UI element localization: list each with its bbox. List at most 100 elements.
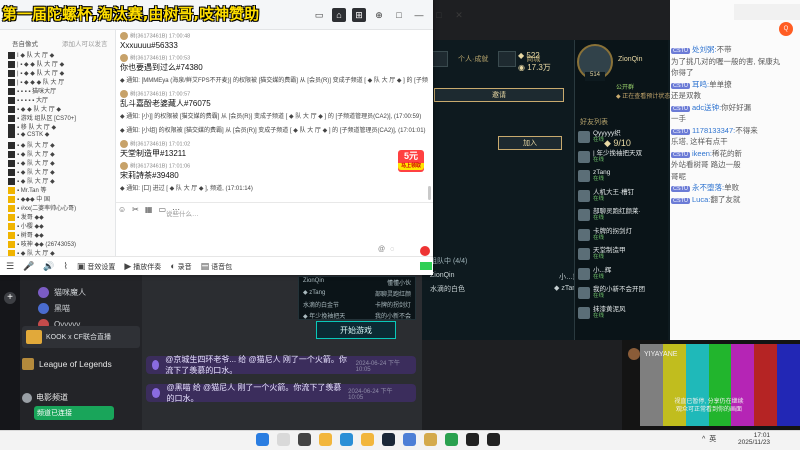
voice-channel[interactable]: 电影频道 (22, 392, 68, 403)
add-server-icon[interactable]: + (4, 292, 16, 304)
avatar[interactable] (120, 54, 128, 62)
chat-user[interactable]: 1178133347: (692, 126, 735, 135)
folder-icon[interactable] (361, 433, 374, 446)
friend-item[interactable]: Qyyyyy织 在线 (578, 128, 666, 146)
voice-tool[interactable]: ☰ (6, 261, 14, 272)
scissors-icon[interactable]: ✂ (132, 205, 139, 214)
channel-item[interactable]: ▪ Mr.Tan 等 (8, 185, 114, 194)
friend-item[interactable]: 小...辉 在线 (578, 265, 666, 283)
nav-stream[interactable]: ◆ 频道直播 (296, 261, 326, 270)
friend-item[interactable]: 卡牌的拐剑灯 在线 (578, 226, 666, 244)
at-icon[interactable]: @ (378, 246, 385, 253)
grid-icon[interactable]: ⊞ (352, 8, 366, 22)
friend-item[interactable]: 我的小新不会开团 在线 (578, 284, 666, 302)
friend-item[interactable]: 部聊灵跑红颜莱· 在线 (578, 206, 666, 224)
nav-accelerator[interactable]: ◎ 游戏加速 (385, 261, 416, 270)
lol-icon[interactable] (424, 433, 437, 446)
windows-start-icon[interactable] (256, 433, 269, 446)
voice-tool[interactable]: ▶ 播放伴奏 (124, 261, 161, 272)
summoner-status[interactable]: 公开群 ◆ 正在查看预计状态 (616, 82, 670, 100)
avatar[interactable] (120, 32, 128, 40)
chat-user[interactable]: ikeen: (692, 149, 712, 158)
home-icon[interactable]: ⌂ (332, 8, 346, 22)
channel-item[interactable]: | ▪ ◆ ◆ 队 大 厅 ◆ (8, 59, 114, 68)
invite-button[interactable]: 邀请 (434, 88, 564, 102)
chat-user[interactable]: 处刘粥: (692, 45, 717, 54)
voice-tool[interactable]: ◐ 录音 (170, 261, 191, 272)
scrollbar[interactable] (428, 186, 431, 200)
channel-item[interactable]: ▪ ◆ 队 大 厅 ◆ (8, 176, 114, 185)
member-item[interactable]: 黑喵 (20, 300, 142, 316)
minimize-button[interactable]: — (412, 8, 426, 22)
channel-item[interactable]: ▪ ◆ ◆ 队 大 厅 ◆ (8, 104, 114, 113)
chevron-up-icon[interactable]: ^ (702, 436, 705, 443)
channel-item[interactable]: ▪ ◆◆◆ 中 国 (8, 194, 114, 203)
screen-icon[interactable]: ▭ (312, 8, 326, 22)
chat-user[interactable]: 耳鸣: (692, 80, 709, 89)
maximize-button[interactable]: □ (432, 8, 446, 22)
box-icon[interactable]: □ (392, 8, 406, 22)
qq-icon[interactable] (403, 433, 416, 446)
avatar[interactable] (120, 90, 128, 98)
avatar[interactable] (120, 162, 128, 170)
image-icon[interactable]: ▦ (145, 205, 153, 214)
channel-item[interactable]: ▪ 游戏 组队区 [CS70+] (8, 113, 114, 122)
taskbar-clock[interactable]: 17:01 2025/11/23 (738, 432, 770, 446)
voice-tool[interactable]: ⌇ (64, 261, 68, 272)
friend-item[interactable]: 抹漆黄泥风 在线 (578, 304, 666, 322)
friend-item[interactable]: 人机大王·槽钉 在线 (578, 187, 666, 205)
friend-item[interactable]: | 年少挽袖把天双 在线 (578, 148, 666, 166)
channel-item[interactable]: ▪ ▪ ▪ ▪ ▪ 大厅 (8, 95, 114, 104)
channel-item[interactable]: ▪ ◆ 队 大 厅 ◆ (8, 167, 114, 176)
channel-item[interactable]: ▪ ◆ 队 大 厅 ◆ (8, 149, 114, 158)
chat-bubble-icon[interactable]: ◌ (390, 246, 394, 253)
emoji-icon[interactable]: ☺ (118, 205, 126, 214)
steam-icon[interactable] (382, 433, 395, 446)
chat-user[interactable]: 永不堕落: (692, 183, 724, 192)
voice-tool[interactable]: ▤ 语音包 (201, 261, 232, 272)
start-game-button[interactable]: 开始游戏 (316, 321, 396, 339)
game-channel[interactable]: League of Legends (22, 358, 112, 370)
obs-icon[interactable] (466, 433, 479, 446)
member-item[interactable]: 猫咪魔人 (20, 284, 142, 300)
channel-item[interactable]: I ◆ 队 大 厅 ◆ (8, 50, 114, 59)
task-view-icon[interactable] (298, 433, 311, 446)
nav-apps[interactable]: ⚙ 应用 (358, 261, 377, 270)
channel-item[interactable]: ▪ 吱神 ◆◆ (26743053) (8, 239, 114, 248)
channel-item[interactable]: ▪ ◆ 队 大 厅 ◆ (8, 140, 114, 149)
channel-item[interactable]: ▪ ▪ ▪ ▪ 猫咪大厅 (8, 86, 114, 95)
search-icon[interactable] (277, 433, 290, 446)
channel-item[interactable]: ▪ ◆ 队 大 厅 ◆ (8, 158, 114, 167)
file-explorer-icon[interactable] (319, 433, 332, 446)
event-banner[interactable]: KOOK x CF联合直播 (22, 326, 140, 348)
chat-user[interactable]: adc送钟: (692, 103, 721, 112)
avatar[interactable] (120, 140, 128, 148)
join-button[interactable]: 加入 (498, 136, 562, 150)
nav-store-icon[interactable] (498, 51, 517, 67)
channel-item[interactable]: ▪ 小樱 ◆◆ (8, 221, 114, 230)
channel-item[interactable]: | ▪ ◆ ◆ 队 大 厅 ◆ (8, 68, 114, 77)
send-button[interactable] (420, 246, 430, 256)
promo-sticker[interactable]: 5元 马上领取 (398, 150, 424, 172)
file-icon[interactable]: ▭ (158, 205, 166, 214)
voice-tool[interactable]: 🔊 (43, 261, 54, 272)
chat-user[interactable]: Luca: (692, 195, 710, 204)
friend-item[interactable]: 天堂制造甲 在线 (578, 245, 666, 263)
nav-message[interactable]: ℹ 私信 (334, 261, 350, 270)
tab-profile[interactable]: 个人·成就 (458, 54, 488, 64)
channel-item[interactable]: ▪ ◆ CSTK ◆ (8, 131, 114, 140)
channel-item[interactable]: ▪ 移 队 大 厅 ◆ (8, 122, 114, 131)
friend-item[interactable]: zTang 在线 (578, 167, 666, 185)
voice-connected-bar[interactable]: 频道已连接 (34, 406, 114, 420)
browser-icon[interactable] (340, 433, 353, 446)
summoner-avatar[interactable]: 514 (577, 44, 613, 81)
wechat-icon[interactable] (445, 433, 458, 446)
channel-item[interactable]: | ▪ ◆ ◆ ◆ 队 大 厅 (8, 77, 114, 86)
channel-item[interactable]: ▪ 树哥 ◆◆ (8, 230, 114, 239)
channel-item[interactable]: ▪ 发哥 ◆◆ (8, 212, 114, 221)
close-button[interactable]: ✕ (452, 8, 466, 22)
voice-tool[interactable]: ▣ 音效设置 (77, 261, 115, 272)
ime-indicator[interactable]: 英 (709, 434, 716, 444)
kook-icon[interactable] (487, 433, 500, 446)
voice-tool[interactable]: 🎤 (23, 261, 34, 272)
